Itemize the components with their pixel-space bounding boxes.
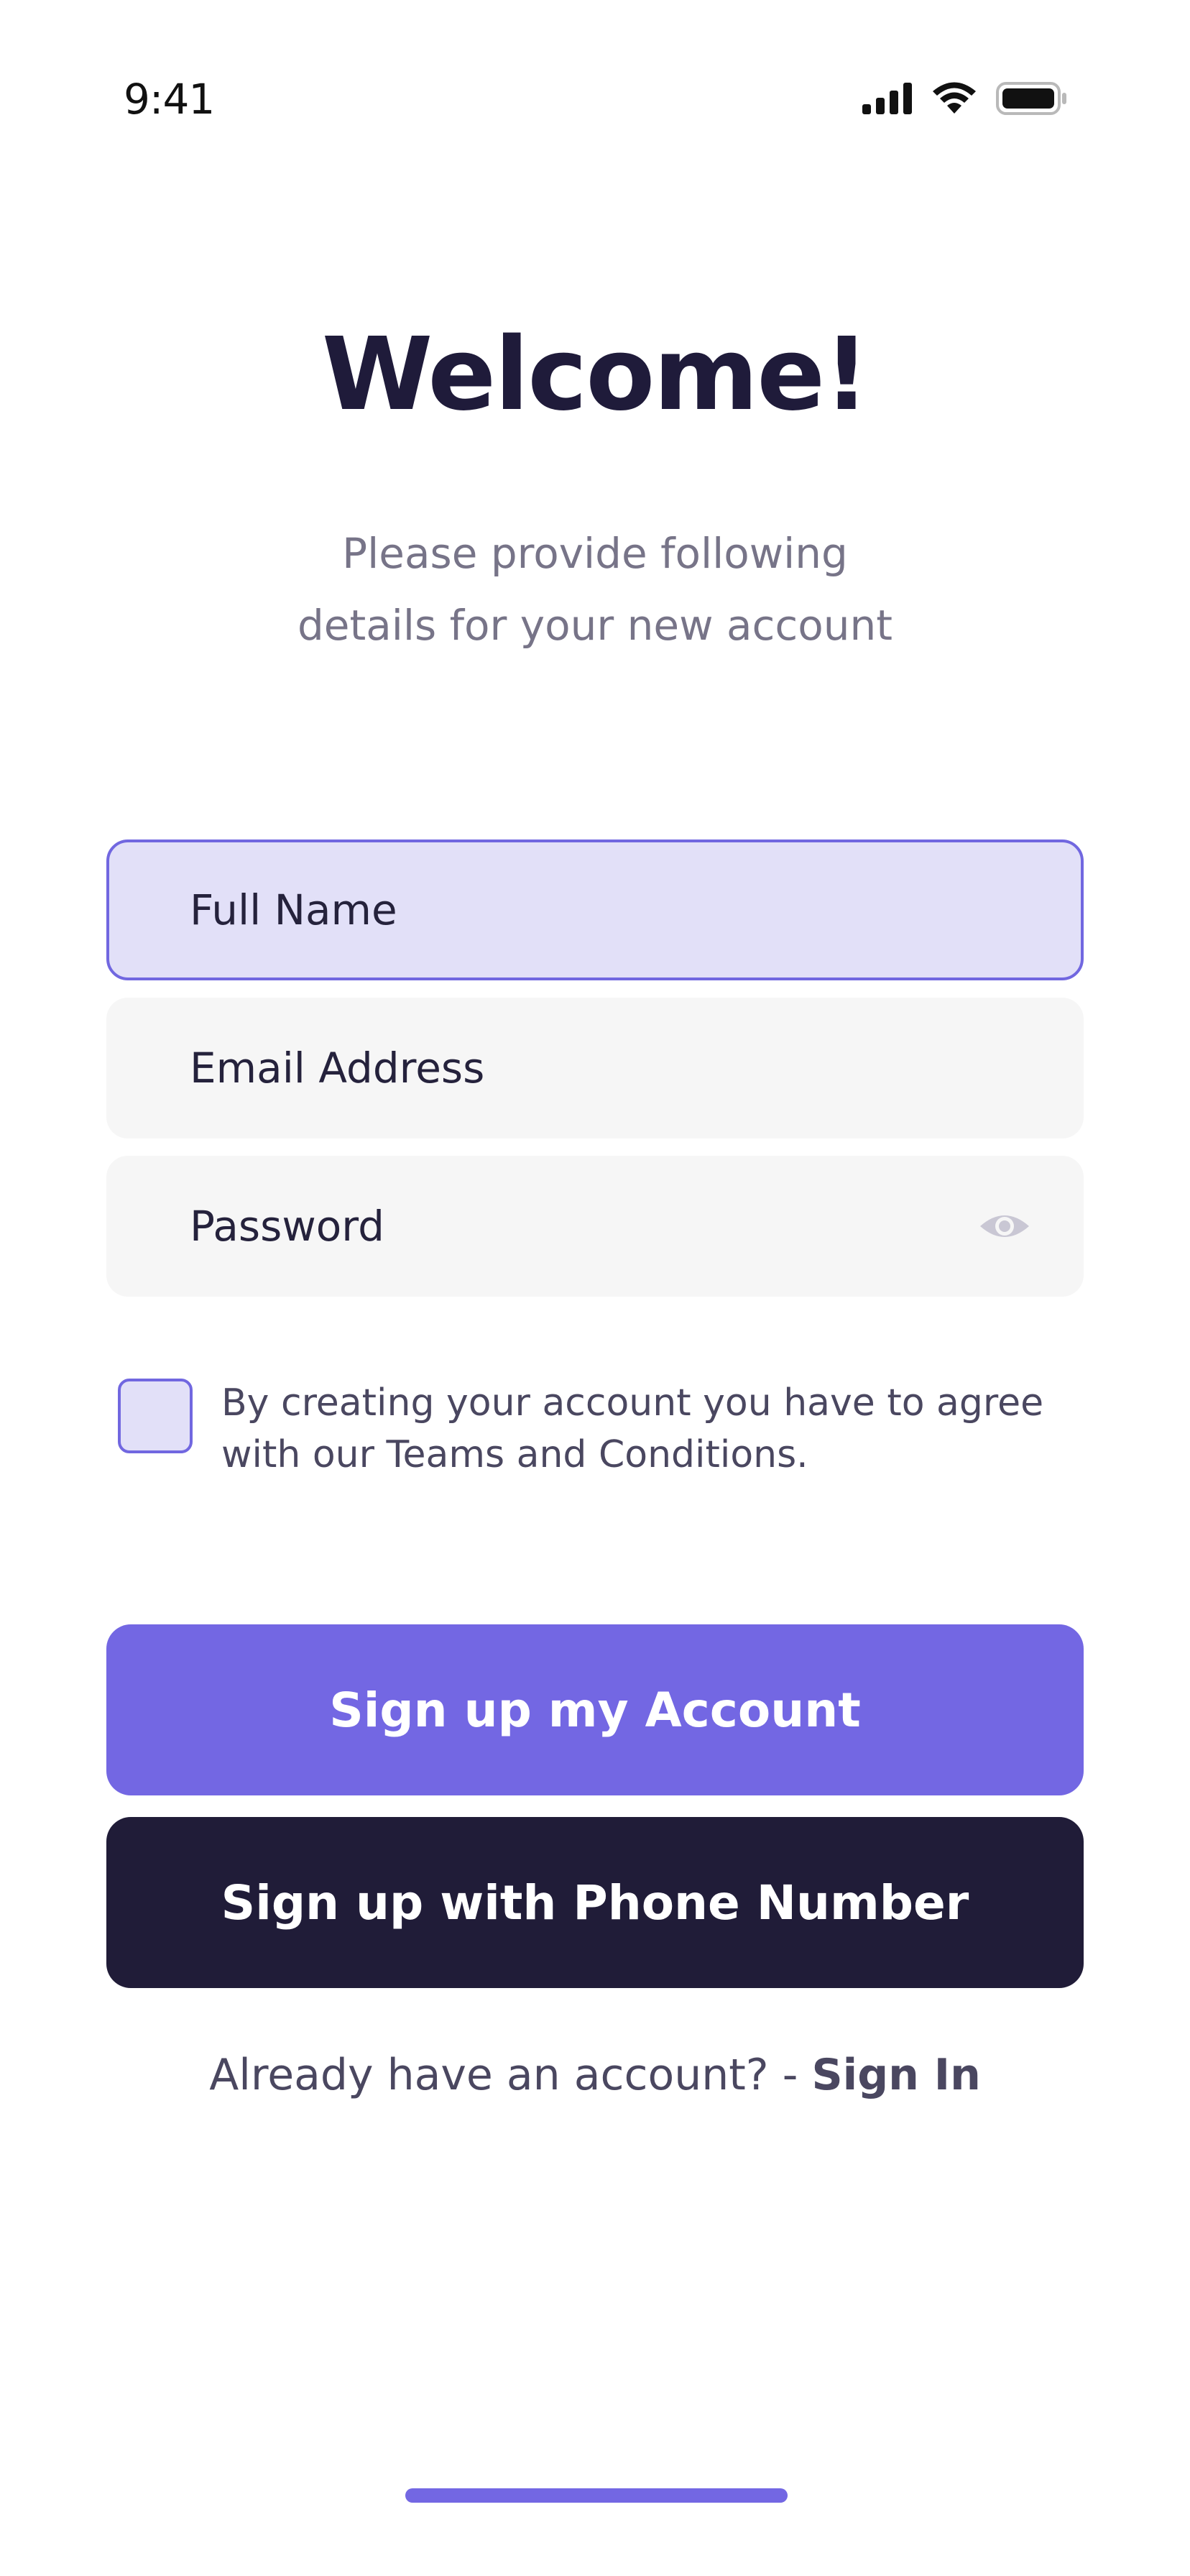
eye-icon[interactable] — [979, 1202, 1030, 1251]
full-name-field[interactable]: Full Name — [106, 840, 1084, 980]
signin-link[interactable]: Sign In — [811, 2050, 980, 2100]
subtitle-line-1: Please provide following — [342, 529, 848, 578]
terms-checkbox[interactable] — [118, 1379, 193, 1453]
password-placeholder: Password — [190, 1202, 384, 1251]
status-time: 9:41 — [124, 75, 215, 124]
full-name-placeholder: Full Name — [190, 886, 397, 934]
signin-prompt-text: Already have an account? - — [209, 2050, 812, 2100]
subtitle-line-2: details for your new account — [297, 601, 893, 650]
page-subtitle: Please provide following details for you… — [0, 518, 1190, 661]
page-title: Welcome! — [321, 316, 870, 433]
terms-line-1: By creating your account you have to agr… — [221, 1381, 1044, 1425]
terms-line-2: with our Teams and Conditions. — [221, 1433, 808, 1476]
status-icons — [862, 82, 1068, 115]
terms-agreement: By creating your account you have to agr… — [118, 1377, 1074, 1478]
signup-phone-button[interactable]: Sign up with Phone Number — [106, 1817, 1084, 1988]
battery-icon — [996, 82, 1066, 115]
status-bar: 9:41 — [0, 0, 1190, 201]
wifi-icon — [933, 82, 976, 114]
home-indicator[interactable] — [405, 2488, 788, 2503]
cellular-signal-icon — [862, 83, 912, 114]
signin-prompt: Already have an account? - Sign In — [0, 2050, 1190, 2100]
email-field[interactable]: Email Address — [106, 998, 1084, 1138]
password-field[interactable]: Password — [106, 1156, 1084, 1297]
terms-text: By creating your account you have to agr… — [221, 1377, 1076, 1481]
email-placeholder: Email Address — [190, 1044, 485, 1092]
signup-account-button[interactable]: Sign up my Account — [106, 1624, 1084, 1795]
